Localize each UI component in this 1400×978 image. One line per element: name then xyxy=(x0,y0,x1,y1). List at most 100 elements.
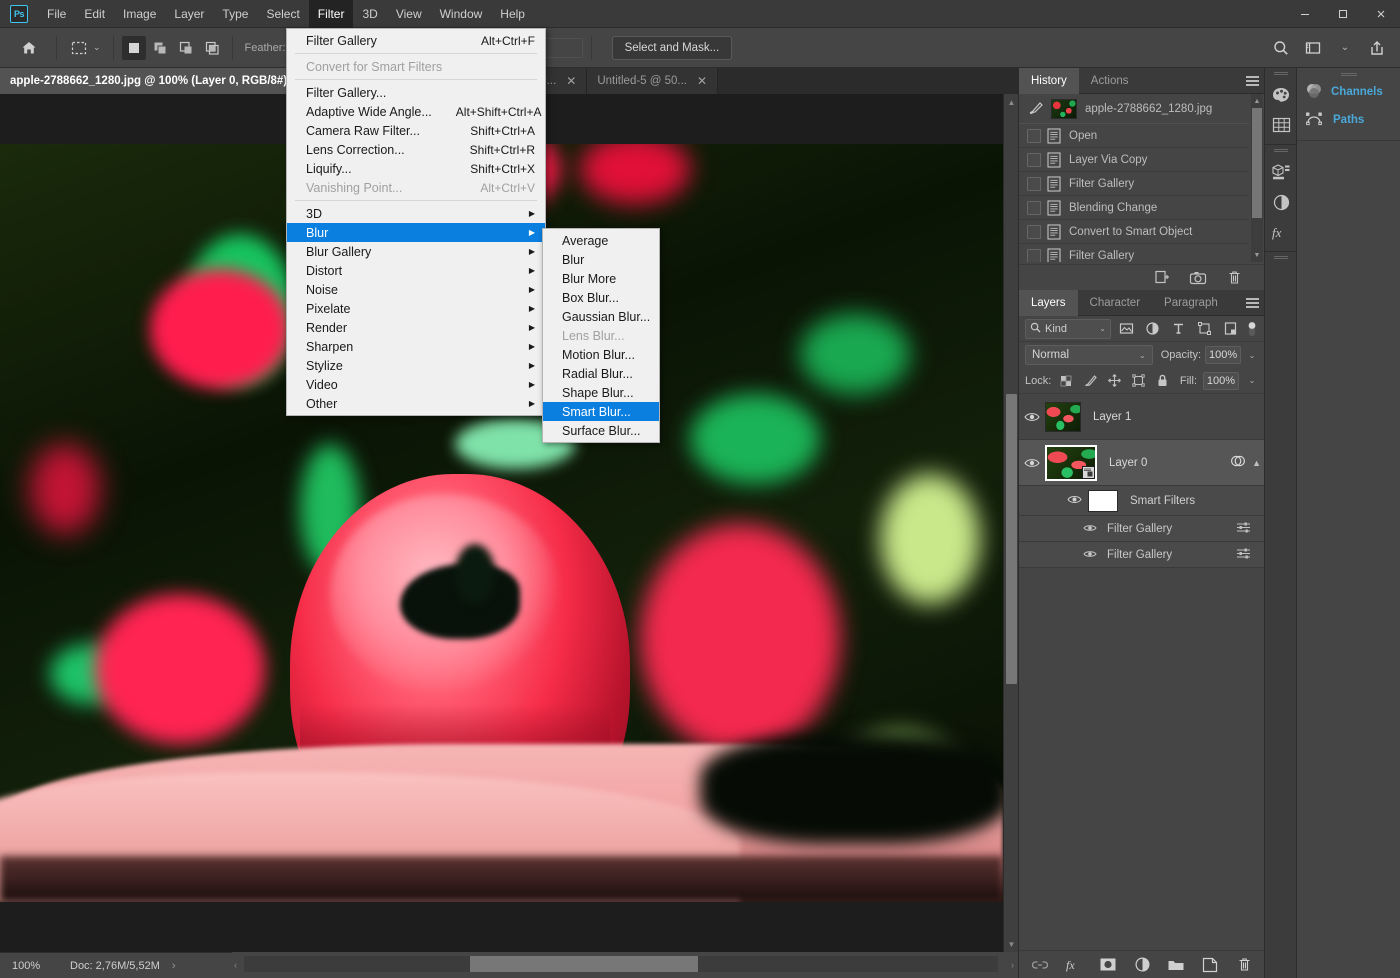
panel-grip[interactable] xyxy=(1265,252,1296,260)
menu-item-noise[interactable]: Noise ▶ xyxy=(287,280,545,299)
maximize-button[interactable] xyxy=(1324,0,1362,28)
search-icon[interactable] xyxy=(1266,33,1296,63)
history-state-row[interactable]: Layer Via Copy xyxy=(1019,148,1249,172)
add-to-selection-button[interactable] xyxy=(148,36,172,60)
layer-filter-kind-select[interactable]: Kind ⌄ xyxy=(1025,318,1111,339)
menu-item-3d[interactable]: 3D ▶ xyxy=(287,204,545,223)
smart-filter-row-1[interactable]: Filter Gallery xyxy=(1019,516,1265,542)
menu-item-filter-gallery-repeat[interactable]: Filter Gallery Alt+Ctrl+F xyxy=(287,31,545,50)
layer-thumbnail[interactable] xyxy=(1045,401,1081,432)
delete-state-icon[interactable] xyxy=(1225,269,1243,287)
menu-item-blur[interactable]: Blur ▶ xyxy=(287,223,545,242)
history-state-row[interactable]: Filter Gallery xyxy=(1019,244,1249,262)
new-snapshot-icon[interactable] xyxy=(1189,269,1207,287)
tab-actions[interactable]: Actions xyxy=(1079,68,1141,94)
submenu-item-radial-blur[interactable]: Radial Blur... xyxy=(543,364,659,383)
scroll-left-arrow[interactable]: ‹ xyxy=(234,960,237,970)
panel-menu-icon[interactable] xyxy=(1246,298,1259,310)
menu-window[interactable]: Window xyxy=(431,0,492,28)
close-button[interactable] xyxy=(1362,0,1400,28)
layer-name[interactable]: Layer 0 xyxy=(1109,457,1147,469)
pixel-layer-filter-icon[interactable] xyxy=(1115,319,1137,339)
menu-file[interactable]: File xyxy=(38,0,75,28)
menu-item-blur-gallery[interactable]: Blur Gallery ▶ xyxy=(287,242,545,261)
close-icon[interactable]: ✕ xyxy=(566,74,576,88)
smart-filter-name[interactable]: Filter Gallery xyxy=(1107,523,1172,535)
chevron-down-icon[interactable]: ⌄ xyxy=(1099,324,1106,333)
expand-filters-chevron-icon[interactable]: ▲ xyxy=(1252,458,1261,468)
scrollbar-thumb[interactable] xyxy=(1006,394,1017,684)
layer-visibility-icon[interactable] xyxy=(1019,411,1045,423)
tab-character[interactable]: Character xyxy=(1078,290,1153,316)
fill-chevron-icon[interactable]: ⌄ xyxy=(1245,376,1259,385)
fill-input[interactable]: 100% xyxy=(1203,371,1239,390)
panel-grip[interactable] xyxy=(1265,145,1296,153)
lock-transparency-icon[interactable] xyxy=(1057,372,1075,390)
smart-filter-mask-thumbnail[interactable] xyxy=(1088,489,1118,512)
tab-paragraph[interactable]: Paragraph xyxy=(1152,290,1230,316)
channels-entry[interactable]: Channels xyxy=(1297,78,1400,106)
submenu-item-surface-blur[interactable]: Surface Blur... xyxy=(543,421,659,440)
menu-item-other[interactable]: Other ▶ xyxy=(287,394,545,413)
menu-3d[interactable]: 3D xyxy=(353,0,386,28)
tab-layers[interactable]: Layers xyxy=(1019,289,1078,316)
submenu-item-smart-blur[interactable]: Smart Blur... xyxy=(543,402,659,421)
history-state-row[interactable]: Open xyxy=(1019,124,1249,148)
share-icon[interactable] xyxy=(1362,33,1392,63)
scroll-right-arrow[interactable]: › xyxy=(1011,960,1014,970)
panel-menu-icon[interactable] xyxy=(1246,76,1259,88)
history-source-checkbox[interactable] xyxy=(1027,248,1041,262)
styles-fx-icon[interactable]: fx xyxy=(1265,217,1297,247)
menu-filter[interactable]: Filter xyxy=(308,0,354,28)
new-selection-button[interactable] xyxy=(121,35,146,60)
history-brush-icon[interactable] xyxy=(1027,99,1047,119)
menu-layer[interactable]: Layer xyxy=(165,0,213,28)
layer-name[interactable]: Layer 1 xyxy=(1093,411,1131,423)
menu-item-render[interactable]: Render ▶ xyxy=(287,318,545,337)
status-expand-arrow[interactable]: › xyxy=(172,960,176,972)
link-layers-icon[interactable] xyxy=(1031,956,1049,974)
menu-item-video[interactable]: Video ▶ xyxy=(287,375,545,394)
smart-filters-row[interactable]: Smart Filters xyxy=(1019,486,1265,516)
history-source-checkbox[interactable] xyxy=(1027,152,1041,167)
submenu-item-blur-more[interactable]: Blur More xyxy=(543,269,659,288)
history-state-row[interactable]: Blending Change xyxy=(1019,196,1249,220)
menu-select[interactable]: Select xyxy=(257,0,308,28)
new-document-from-state-icon[interactable] xyxy=(1153,269,1171,287)
blend-mode-select[interactable]: Normal ⌄ xyxy=(1025,345,1153,365)
color-swatches-icon[interactable] xyxy=(1265,80,1297,110)
3d-panel-icon[interactable] xyxy=(1265,157,1297,187)
smart-filters-indicator-icon[interactable] xyxy=(1230,453,1246,472)
history-scrollbar[interactable]: ▲ ▼ xyxy=(1251,94,1263,262)
tab-history[interactable]: History xyxy=(1019,67,1079,94)
menu-item-stylize[interactable]: Stylize ▶ xyxy=(287,356,545,375)
menu-type[interactable]: Type xyxy=(213,0,257,28)
menu-item-pixelate[interactable]: Pixelate ▶ xyxy=(287,299,545,318)
lock-all-icon[interactable] xyxy=(1153,372,1171,390)
opacity-input[interactable]: 100% xyxy=(1205,346,1242,364)
layer-visibility-icon[interactable] xyxy=(1019,457,1045,469)
menu-item-adaptive-wide-angle[interactable]: Adaptive Wide Angle... Alt+Shift+Ctrl+A xyxy=(287,102,545,121)
menu-image[interactable]: Image xyxy=(114,0,165,28)
opacity-chevron-icon[interactable]: ⌄ xyxy=(1245,351,1259,360)
menu-item-liquify[interactable]: Liquify... Shift+Ctrl+X xyxy=(287,159,545,178)
filter-blending-options-icon[interactable] xyxy=(1236,547,1251,563)
minimize-button[interactable] xyxy=(1286,0,1324,28)
close-icon[interactable]: ✕ xyxy=(697,74,707,88)
scroll-up-arrow[interactable]: ▲ xyxy=(1004,94,1019,110)
chevron-down-icon[interactable]: ⌄ xyxy=(93,42,101,53)
menu-item-lens-correction[interactable]: Lens Correction... Shift+Ctrl+R xyxy=(287,140,545,159)
home-button[interactable] xyxy=(10,32,48,64)
zoom-level[interactable]: 100% xyxy=(0,960,60,972)
intersect-selection-button[interactable] xyxy=(200,36,224,60)
submenu-item-box-blur[interactable]: Box Blur... xyxy=(543,288,659,307)
lock-position-icon[interactable] xyxy=(1105,372,1123,390)
chevron-down-icon[interactable]: ⌄ xyxy=(1139,351,1146,360)
chevron-down-icon[interactable]: ⌄ xyxy=(1330,33,1360,63)
menu-item-sharpen[interactable]: Sharpen ▶ xyxy=(287,337,545,356)
type-layer-filter-icon[interactable] xyxy=(1167,319,1189,339)
new-adjustment-layer-icon[interactable] xyxy=(1133,956,1151,974)
new-group-icon[interactable] xyxy=(1167,956,1185,974)
menu-item-filter-gallery[interactable]: Filter Gallery... xyxy=(287,83,545,102)
select-and-mask-button[interactable]: Select and Mask... xyxy=(611,35,733,60)
